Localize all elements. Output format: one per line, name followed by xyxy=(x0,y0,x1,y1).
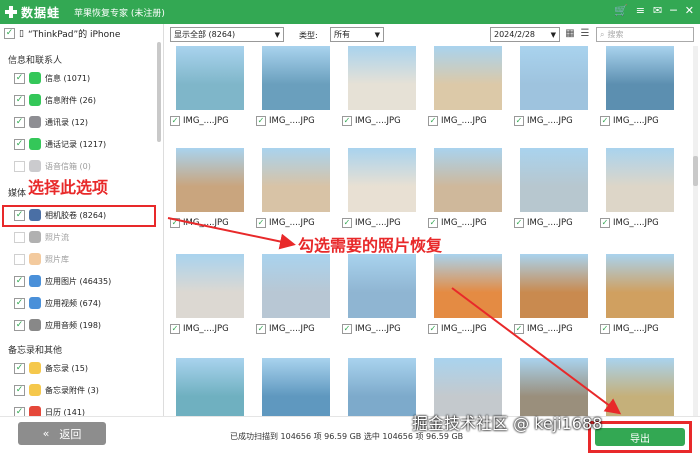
arrow-to-hint xyxy=(167,217,296,250)
back-button[interactable]: « 返回 xyxy=(18,422,106,445)
double-chevron-left-icon: « xyxy=(42,427,50,440)
annotation-arrows xyxy=(167,217,622,415)
export-label: 导出 xyxy=(630,433,650,445)
arrow-to-export xyxy=(451,287,622,415)
export-button[interactable]: 导出 xyxy=(595,428,685,446)
export-button-highlight: 导出 xyxy=(588,421,692,453)
watermark: 掘金技术社区 @ keji1688 xyxy=(412,414,603,433)
back-label: 返回 xyxy=(59,427,82,441)
